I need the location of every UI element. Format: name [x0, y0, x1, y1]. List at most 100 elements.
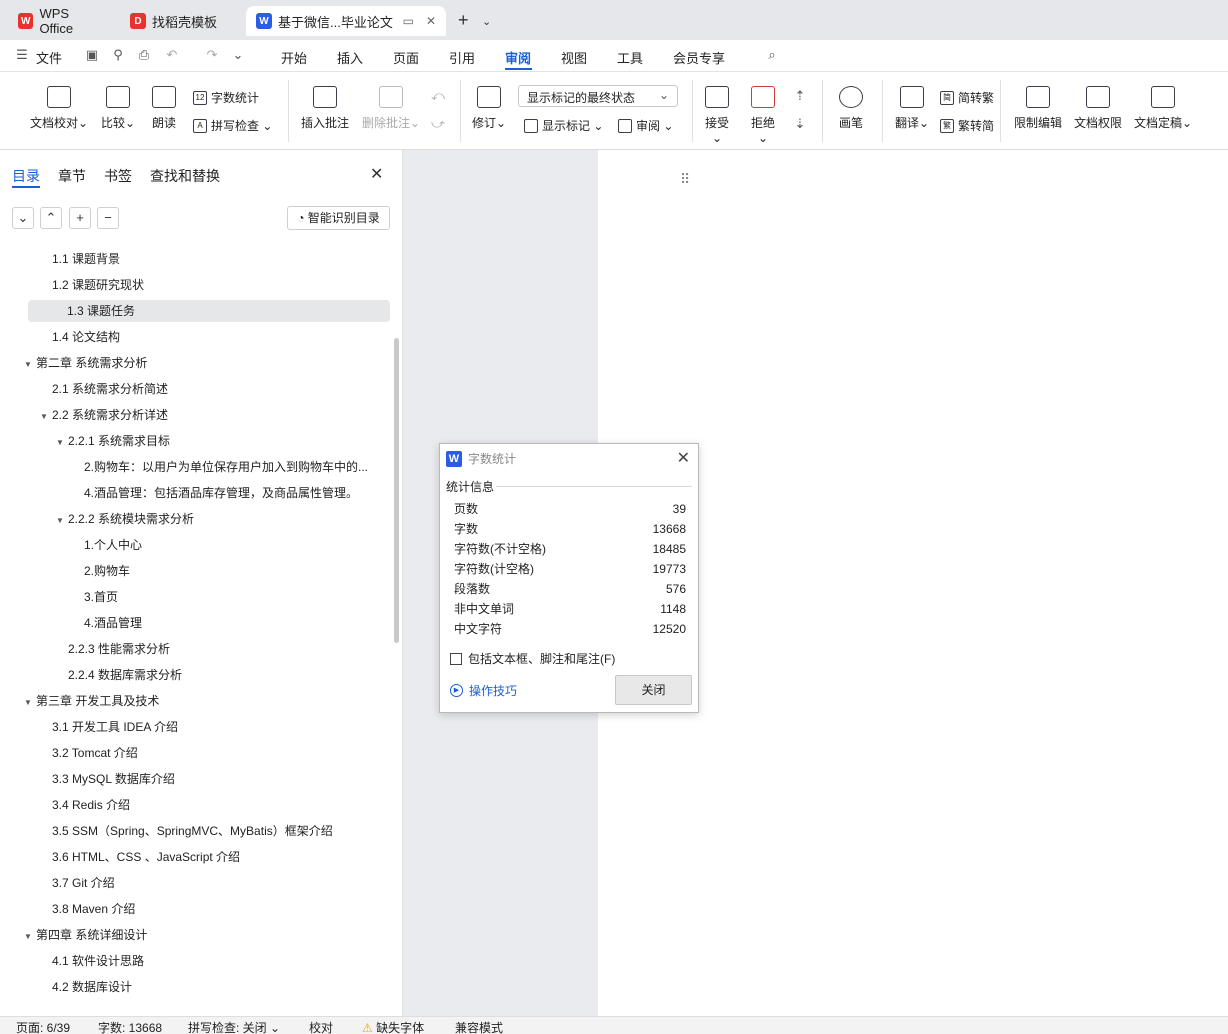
tab-window-icon[interactable]: ▭	[403, 14, 414, 28]
status-page[interactable]: 页面: 6/39	[16, 1019, 70, 1034]
toc-item[interactable]: 3.5 SSM（Spring、SpringMVC、MyBatis）框架介绍	[0, 820, 388, 842]
toc-item[interactable]: 2.2.4 数据库需求分析	[0, 664, 388, 686]
link-icon[interactable]: ⚲	[110, 47, 126, 63]
collapse-up-icon[interactable]: ⌃	[40, 207, 62, 229]
word-count-button[interactable]: 12 字数统计	[193, 89, 259, 106]
toc-item[interactable]: 3.6 HTML、CSS 、JavaScript 介绍	[0, 846, 388, 868]
track-changes-button[interactable]: 修订⌄	[470, 86, 508, 131]
menu-insert[interactable]: 插入	[337, 48, 363, 67]
next-comment-icon[interactable]: ⤻	[430, 116, 446, 132]
delete-comment-button[interactable]: 删除批注⌄	[360, 86, 422, 131]
reject-button[interactable]: 拒绝⌄	[746, 86, 780, 145]
expand-down-icon[interactable]: ⌄	[12, 207, 34, 229]
nav-tab-toc[interactable]: 目录	[12, 166, 40, 186]
spell-check-button[interactable]: A 拼写检查 ⌄	[193, 117, 272, 134]
expand-arrow-icon[interactable]: ▼	[56, 432, 68, 452]
toc-item[interactable]: ▼ 2.2 系统需求分析详述	[0, 404, 388, 426]
tab-document[interactable]: W 基于微信...毕业论文 ▭ ✕	[246, 6, 446, 36]
status-spell-check[interactable]: 拼写检查: 关闭 ⌄	[188, 1019, 280, 1034]
tab-wps-office[interactable]: W WPS Office	[8, 6, 114, 36]
toc-item[interactable]: 1.3 课题任务	[28, 300, 390, 322]
read-aloud-button[interactable]: 朗读	[148, 86, 180, 131]
toc-item[interactable]: 2.1 系统需求分析简述	[0, 378, 388, 400]
toc-item[interactable]: ▼ 2.2.1 系统需求目标	[0, 430, 388, 452]
toc-item[interactable]: 2.2.3 性能需求分析	[0, 638, 388, 660]
tab-close-icon[interactable]: ✕	[426, 14, 436, 28]
toc-item[interactable]: ▼ 第四章 系统详细设计	[0, 924, 388, 946]
menu-references[interactable]: 引用	[449, 48, 475, 67]
close-button[interactable]: 关闭	[615, 675, 692, 705]
smart-toc-button[interactable]: ◔ 智能识别目录	[287, 206, 390, 230]
toc-item[interactable]: 4.1 软件设计思路	[0, 950, 388, 972]
markup-display-select[interactable]: 显示标记的最终状态 ⌄	[518, 85, 678, 107]
toc-item[interactable]: 4.酒品管理	[0, 612, 388, 634]
menu-member[interactable]: 会员专享	[673, 48, 725, 67]
menu-page[interactable]: 页面	[393, 48, 419, 67]
menu-tools[interactable]: 工具	[617, 48, 643, 67]
menu-review[interactable]: 审阅	[505, 48, 531, 67]
toc-item[interactable]: 3.7 Git 介绍	[0, 872, 388, 894]
review-pane-button[interactable]: 审阅 ⌄	[618, 117, 673, 134]
toc-item[interactable]: 1.个人中心	[0, 534, 388, 556]
toc-item[interactable]: 1.2 课题研究现状	[0, 274, 388, 296]
toc-item[interactable]: 4.2 数据库设计	[0, 976, 388, 998]
compare-button[interactable]: 比较⌄	[98, 86, 138, 131]
status-word-count[interactable]: 字数: 13668	[98, 1019, 162, 1034]
expand-arrow-icon[interactable]: ▼	[24, 926, 36, 946]
undo-icon[interactable]: ↶	[164, 47, 180, 63]
proofread-button[interactable]: 文档校对⌄	[28, 86, 90, 131]
toc-item[interactable]: 3.4 Redis 介绍	[0, 794, 388, 816]
checkbox-box[interactable]	[450, 652, 462, 665]
toc-item[interactable]: ▼ 2.2.2 系统模块需求分析	[0, 508, 388, 530]
nav-tab-chapters[interactable]: 章节	[58, 166, 86, 186]
expand-arrow-icon[interactable]: ▼	[24, 692, 36, 712]
status-proofread[interactable]: 校对	[309, 1019, 333, 1034]
nav-tab-find-replace[interactable]: 查找和替换	[150, 166, 220, 186]
insert-comment-button[interactable]: 插入批注	[298, 86, 352, 131]
menu-home[interactable]: 开始	[281, 48, 307, 67]
doc-permission-button[interactable]: 文档权限	[1072, 86, 1124, 131]
toc-item[interactable]: 3.2 Tomcat 介绍	[0, 742, 388, 764]
redo-icon[interactable]: ↷	[204, 47, 220, 63]
toc-item[interactable]: 1.4 论文结构	[0, 326, 388, 348]
toc-item[interactable]: 3.8 Maven 介绍	[0, 898, 388, 920]
include-textbox-checkbox[interactable]: 包括文本框、脚注和尾注(F)	[450, 650, 615, 667]
menu-view[interactable]: 视图	[561, 48, 587, 67]
quick-access-chevron-icon[interactable]: ⌄	[230, 47, 246, 63]
remove-heading-icon[interactable]: −	[97, 207, 119, 229]
expand-arrow-icon[interactable]: ▼	[40, 406, 52, 426]
toc-item[interactable]: ▼ 第二章 系统需求分析	[0, 352, 388, 374]
menu-file[interactable]: 文件	[36, 48, 62, 67]
search-icon[interactable]: ⌕	[764, 47, 780, 63]
hamburger-menu-icon[interactable]: ☰	[14, 47, 30, 63]
toc-item[interactable]: 3.3 MySQL 数据库介绍	[0, 768, 388, 790]
expand-arrow-icon[interactable]: ▼	[24, 354, 36, 374]
toc-item[interactable]: 3.首页	[0, 586, 388, 608]
simplified-to-traditional-button[interactable]: 简 简转繁	[940, 89, 994, 106]
toc-item[interactable]: 2.购物车：以用户为单位保存用户加入到购物车中的...	[0, 456, 388, 478]
next-change-icon[interactable]: ⇣	[792, 116, 808, 132]
new-tab-button[interactable]: +	[458, 10, 469, 31]
tab-docer-templates[interactable]: D 找稻壳模板	[120, 6, 240, 36]
previous-comment-icon[interactable]: ⤺	[430, 88, 446, 104]
previous-change-icon[interactable]: ⇡	[792, 88, 808, 104]
traditional-to-simplified-button[interactable]: 繁 繁转简	[940, 117, 994, 134]
doc-finalize-button[interactable]: 文档定稿⌄	[1132, 86, 1194, 131]
tab-list-chevron-icon[interactable]: ⌄	[482, 15, 491, 28]
close-icon[interactable]: ✕	[370, 164, 383, 184]
dialog-close-icon[interactable]: ✕	[677, 448, 690, 468]
expand-arrow-icon[interactable]: ▼	[56, 510, 68, 530]
tips-link[interactable]: ▶ 操作技巧	[450, 682, 517, 699]
print-preview-icon[interactable]: ⎙	[136, 47, 152, 63]
translate-button[interactable]: 翻译⌄	[892, 86, 932, 131]
toc-item[interactable]: 1.1 课题背景	[0, 248, 388, 270]
status-missing-font[interactable]: ⚠ 缺失字体	[362, 1019, 424, 1034]
pen-button[interactable]: 画笔	[834, 86, 868, 131]
toc-item[interactable]: 4.酒品管理：包括酒品库存管理，及商品属性管理。	[0, 482, 388, 504]
drag-handle-icon[interactable]: ⠿	[680, 171, 690, 188]
toc-item[interactable]: 3.1 开发工具 IDEA 介绍	[0, 716, 388, 738]
toc-item[interactable]: ▼ 第三章 开发工具及技术	[0, 690, 388, 712]
nav-tab-bookmarks[interactable]: 书签	[104, 166, 132, 186]
save-icon[interactable]: ▣	[84, 47, 100, 63]
accept-button[interactable]: 接受⌄	[700, 86, 734, 145]
